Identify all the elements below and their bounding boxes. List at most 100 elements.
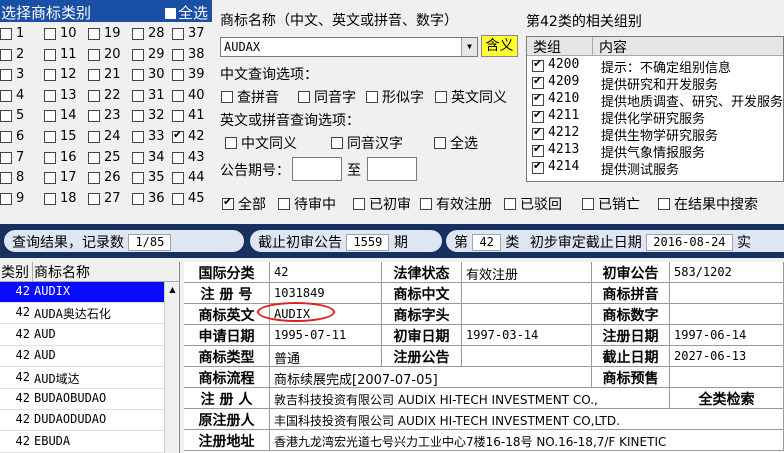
checkbox-icon[interactable]: [44, 110, 56, 123]
category-checkbox-2-8[interactable]: 27: [88, 189, 132, 209]
group-row[interactable]: 4209提供研究和开发服务: [527, 74, 783, 93]
checkbox-icon[interactable]: [532, 57, 544, 72]
class-col-header[interactable]: 类别: [0, 262, 33, 282]
trademark-name-combo[interactable]: AUDAX ▼: [220, 37, 478, 57]
content-col-header[interactable]: 内容: [593, 37, 783, 56]
category-checkbox-0-1[interactable]: 2: [0, 45, 44, 65]
status-filter-3[interactable]: 有效注册: [420, 194, 492, 214]
table-row[interactable]: 42 AUD: [0, 325, 164, 346]
category-checkbox-0-5[interactable]: 6: [0, 127, 44, 147]
status-filter-5[interactable]: 已销亡: [582, 194, 640, 214]
checkbox-icon[interactable]: [88, 172, 100, 185]
checkbox-icon[interactable]: [132, 48, 144, 61]
category-checkbox-1-4[interactable]: 14: [44, 106, 88, 126]
table-row[interactable]: 42 DUDAODUDAO: [0, 410, 164, 432]
checkbox-icon[interactable]: [221, 91, 233, 103]
checkbox-icon[interactable]: [225, 137, 237, 149]
checkbox-icon[interactable]: [132, 28, 144, 40]
group-list[interactable]: 类组 内容 4200提示：不确定组别信息4209提供研究和开发服务4210提供地…: [526, 36, 784, 182]
result-table[interactable]: 类别 商标名称 42 AUDIX 42 AUDA奥达石化 42 AUD 42 AUD 42 AUD…: [0, 262, 180, 453]
option-homophone[interactable]: 同音字: [298, 87, 356, 107]
category-checkbox-2-5[interactable]: 24: [88, 127, 132, 147]
category-checkbox-0-6[interactable]: 7: [0, 148, 44, 168]
checkbox-icon[interactable]: [88, 28, 100, 40]
category-checkbox-0-4[interactable]: 5: [0, 106, 44, 126]
category-checkbox-2-2[interactable]: 21: [88, 65, 132, 85]
group-row[interactable]: 4211提供化学研究服务: [527, 108, 783, 127]
checkbox-icon[interactable]: [172, 110, 184, 123]
checkbox-icon[interactable]: [88, 69, 100, 82]
category-checkbox-0-7[interactable]: 8: [0, 168, 44, 188]
option-homophone-hanzi[interactable]: 同音汉字: [331, 133, 403, 153]
checkbox-icon[interactable]: [0, 151, 12, 164]
name-col-header[interactable]: 商标名称: [33, 262, 179, 282]
table-row[interactable]: 42 AUD: [0, 346, 164, 368]
group-row[interactable]: 4200提示：不确定组别信息: [527, 57, 783, 76]
checkbox-icon[interactable]: [0, 192, 12, 205]
category-checkbox-2-6[interactable]: 25: [88, 148, 132, 168]
checkbox-icon[interactable]: [44, 172, 56, 185]
category-checkbox-4-1[interactable]: 38: [172, 45, 216, 65]
category-checkbox-0-2[interactable]: 3: [0, 65, 44, 85]
checkbox-icon[interactable]: [88, 131, 100, 143]
category-checkbox-1-6[interactable]: 16: [44, 148, 88, 168]
option-similar-shape[interactable]: 形似字: [366, 87, 424, 107]
checkbox-icon[interactable]: [88, 89, 100, 102]
category-checkbox-1-2[interactable]: 12: [44, 65, 88, 85]
checkbox-icon[interactable]: [0, 69, 12, 82]
checkbox-icon[interactable]: [658, 198, 670, 210]
checkbox-icon[interactable]: [88, 192, 100, 205]
category-checkbox-3-4[interactable]: 32: [132, 106, 176, 126]
checkbox-icon[interactable]: [0, 131, 12, 143]
category-checkbox-4-0[interactable]: 37: [172, 24, 216, 44]
checkbox-icon[interactable]: [172, 151, 184, 164]
checkbox-icon[interactable]: [0, 48, 12, 61]
category-checkbox-3-0[interactable]: 28: [132, 24, 176, 44]
scroll-up-icon[interactable]: ▲: [165, 282, 179, 298]
category-checkbox-0-3[interactable]: 4: [0, 86, 44, 106]
checkbox-icon[interactable]: [132, 131, 144, 143]
group-row[interactable]: 4213提供气象情报服务: [527, 142, 783, 161]
category-checkbox-3-7[interactable]: 35: [132, 168, 176, 188]
group-row[interactable]: 4212提供生物学研究服务: [527, 125, 783, 144]
option-cn-synonym[interactable]: 中文同义: [225, 133, 297, 153]
category-checkbox-3-1[interactable]: 29: [132, 45, 176, 65]
option-pinyin[interactable]: 查拼音: [221, 87, 279, 107]
checkbox-icon[interactable]: [278, 198, 290, 210]
category-checkbox-2-0[interactable]: 19: [88, 24, 132, 44]
checkbox-icon[interactable]: [366, 91, 378, 103]
checkbox-icon[interactable]: [132, 172, 144, 185]
checkbox-icon[interactable]: [532, 108, 544, 123]
category-checkbox-1-1[interactable]: 11: [44, 45, 88, 65]
category-checkbox-4-2[interactable]: 39: [172, 65, 216, 85]
category-checkbox-2-4[interactable]: 23: [88, 106, 132, 126]
category-checkbox-2-7[interactable]: 26: [88, 168, 132, 188]
status-filter-0[interactable]: 全部: [222, 194, 266, 214]
issue-from-input[interactable]: [292, 157, 342, 181]
checkbox-icon[interactable]: [88, 151, 100, 164]
category-checkbox-1-3[interactable]: 13: [44, 86, 88, 106]
group-row[interactable]: 4214 提供测试服务: [527, 159, 783, 178]
table-row[interactable]: 42 AUDIX: [0, 282, 164, 303]
category-checkbox-3-2[interactable]: 30: [132, 65, 176, 85]
category-checkbox-2-1[interactable]: 20: [88, 45, 132, 65]
category-checkbox-1-5[interactable]: 15: [44, 127, 88, 147]
checkbox-icon[interactable]: [165, 8, 176, 19]
checkbox-icon[interactable]: [353, 198, 365, 210]
category-checkbox-0-0[interactable]: 1: [0, 24, 44, 44]
category-checkbox-4-4[interactable]: 41: [172, 106, 216, 126]
checkbox-icon[interactable]: [132, 89, 144, 102]
meaning-button[interactable]: 含义: [481, 35, 518, 57]
table-scrollbar[interactable]: ▲: [164, 282, 179, 453]
checkbox-icon[interactable]: [172, 48, 184, 61]
option-en-synonym[interactable]: 英文同义: [435, 87, 507, 107]
category-checkbox-3-8[interactable]: 36: [132, 189, 176, 209]
checkbox-icon[interactable]: [44, 192, 56, 205]
checkbox-icon[interactable]: [0, 89, 12, 102]
checkbox-icon[interactable]: [172, 192, 184, 205]
chevron-down-icon[interactable]: ▼: [461, 38, 477, 56]
checkbox-icon[interactable]: [44, 151, 56, 164]
table-row[interactable]: 42 AUD域达: [0, 368, 164, 389]
checkbox-icon[interactable]: [532, 125, 544, 140]
table-row[interactable]: 42 EBUDA: [0, 432, 164, 453]
